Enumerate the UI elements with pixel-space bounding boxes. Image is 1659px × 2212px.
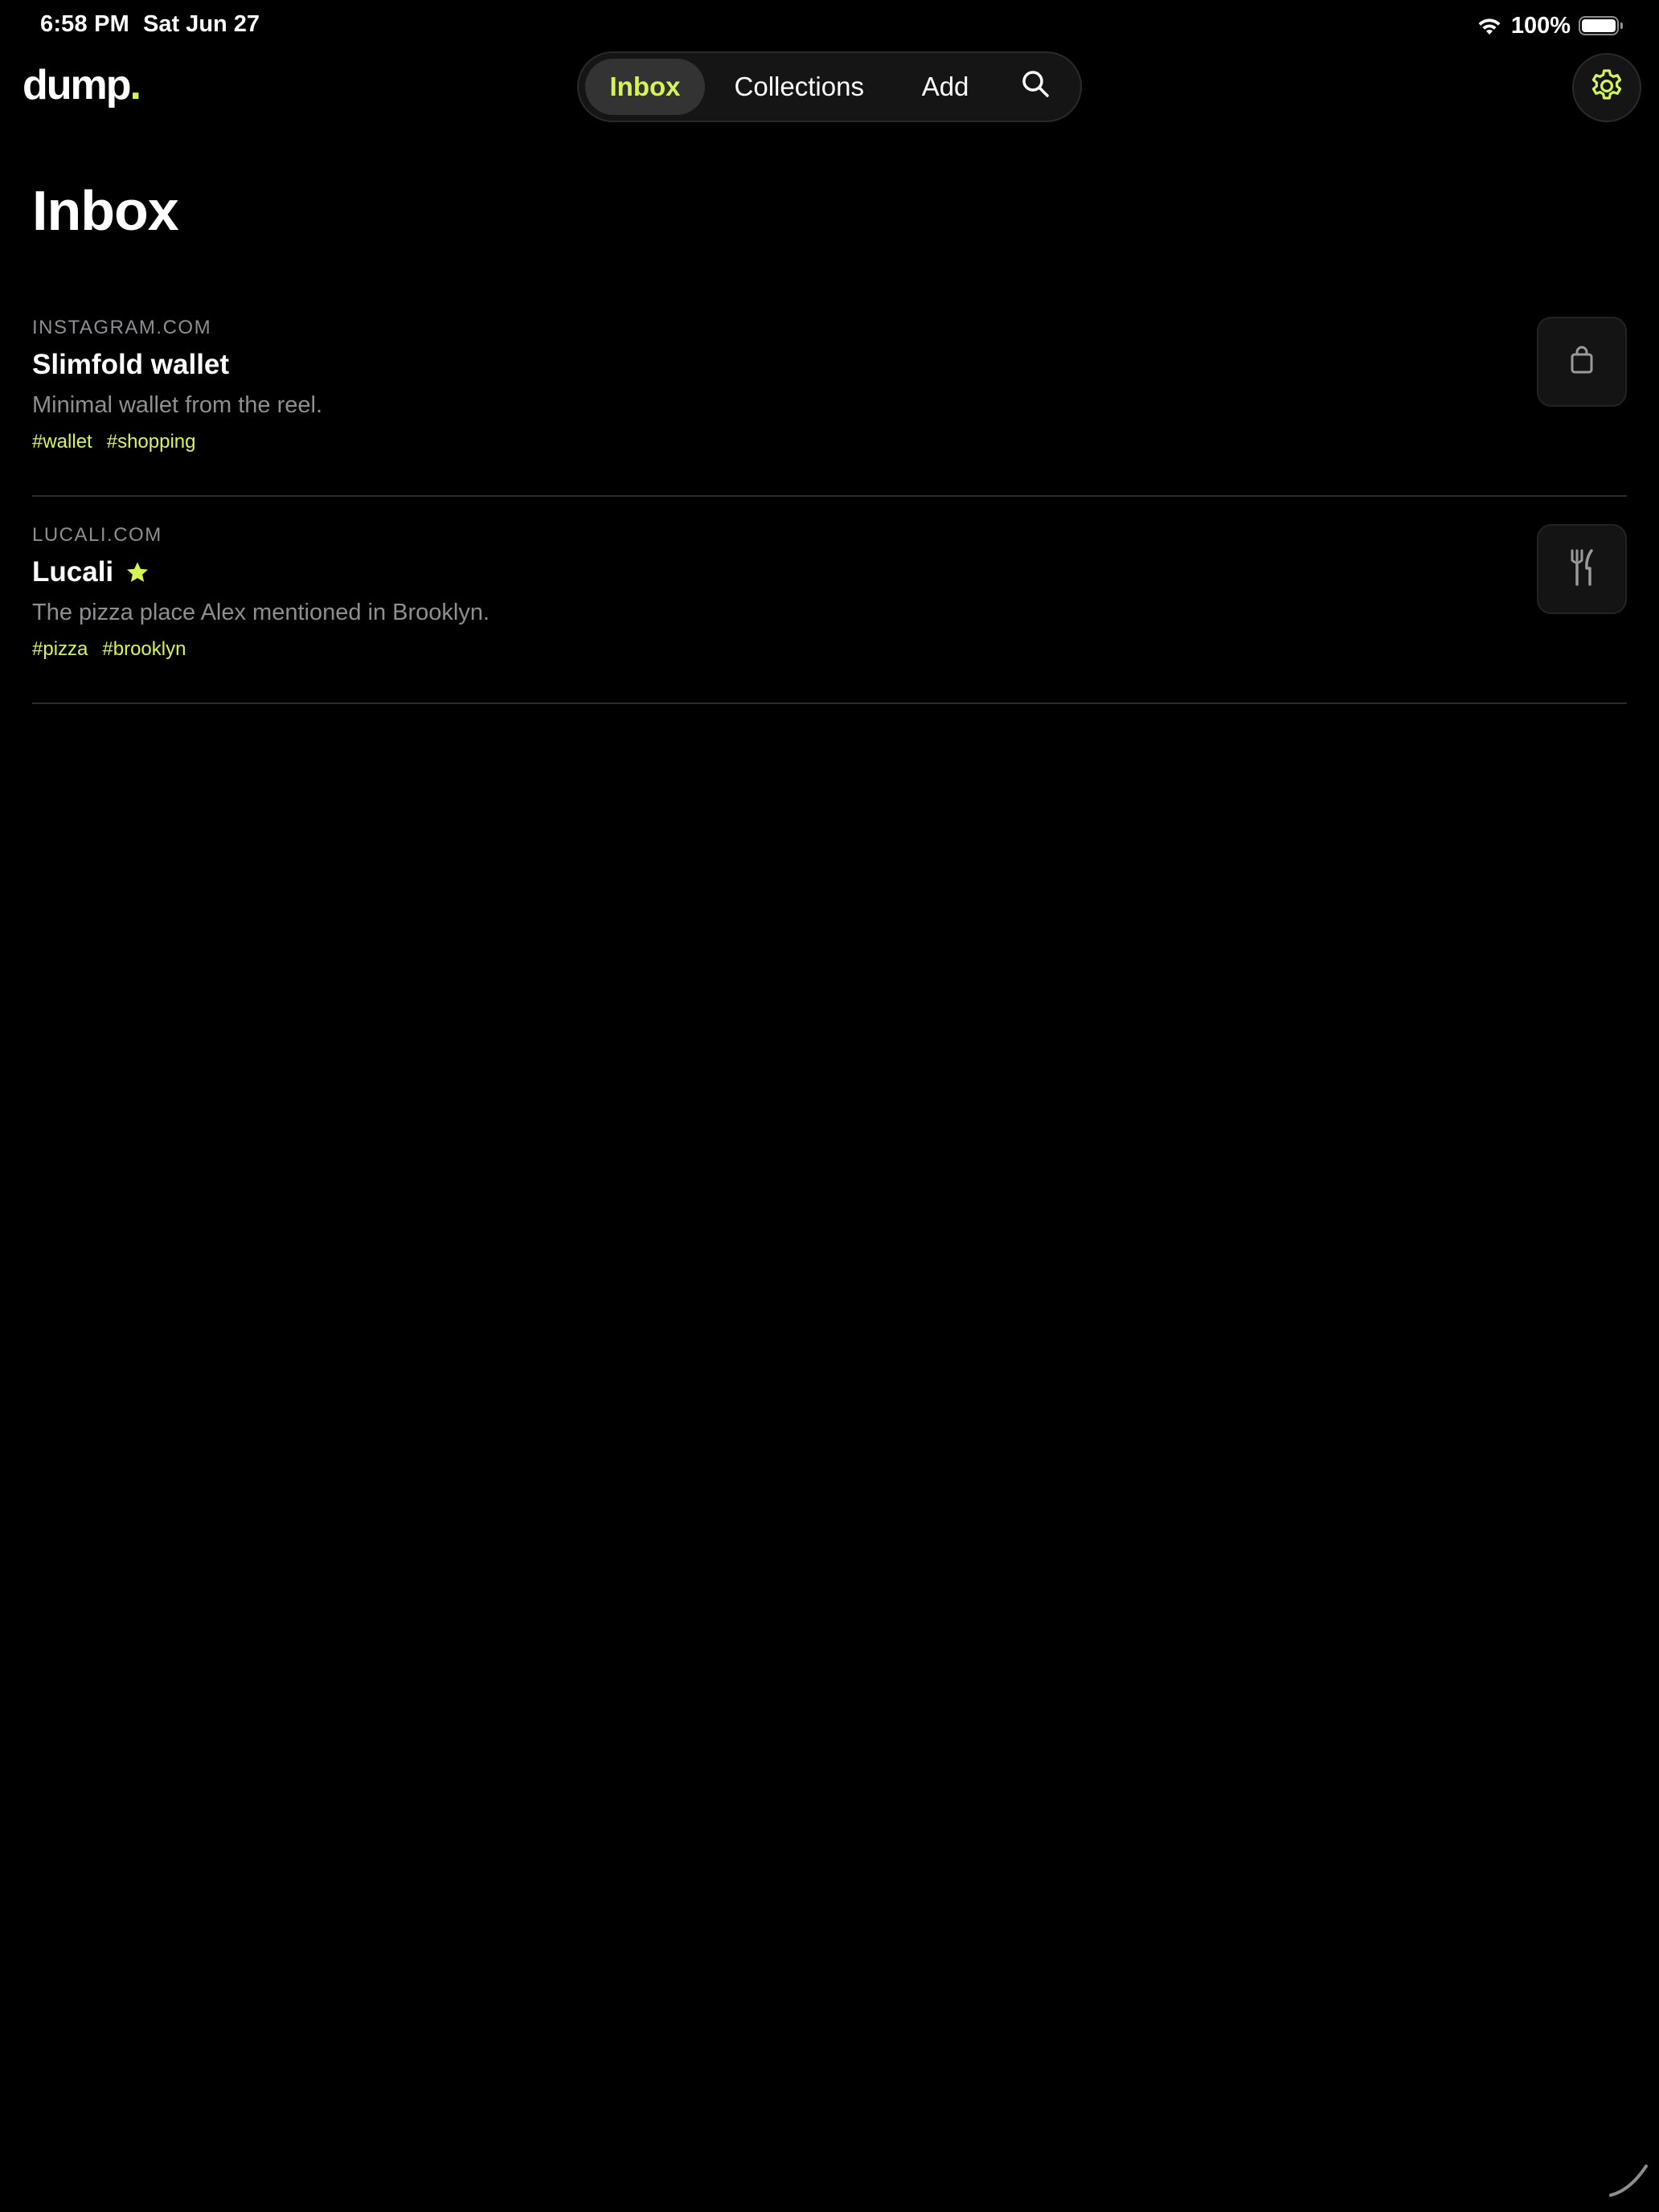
item-tags: #pizza #brooklyn (32, 638, 186, 661)
item-description: Minimal wallet from the reel. (32, 392, 322, 418)
battery-percentage: 100% (1510, 12, 1571, 39)
item-source: INSTAGRAM.COM (32, 317, 212, 338)
inbox-list: INSTAGRAM.COM Slimfold wallet Minimal wa… (32, 289, 1627, 704)
search-button[interactable] (997, 59, 1074, 115)
shopping-bag-icon (1566, 344, 1598, 380)
item-tags: #wallet #shopping (32, 431, 195, 453)
logo-dot: . (129, 62, 142, 109)
item-title-row: Lucali (32, 556, 150, 588)
status-indicators: 100% (1476, 11, 1623, 40)
status-date: Sat Jun 27 (143, 11, 260, 37)
search-icon (1020, 68, 1051, 105)
item-source: LUCALI.COM (32, 524, 162, 546)
status-time: 6:58 PM (40, 11, 129, 37)
tab-inbox[interactable]: Inbox (585, 59, 706, 115)
item-title-row: Slimfold wallet (32, 349, 229, 381)
item-title: Lucali (32, 556, 114, 588)
list-item[interactable]: INSTAGRAM.COM Slimfold wallet Minimal wa… (32, 289, 1627, 497)
page-title: Inbox (32, 179, 179, 242)
resize-handle (1606, 2155, 1651, 2204)
item-thumbnail (1537, 524, 1627, 614)
item-thumbnail (1537, 317, 1627, 407)
settings-button[interactable] (1572, 53, 1641, 122)
logo-text: dump (23, 62, 132, 109)
list-item[interactable]: LUCALI.COM Lucali The pizza place Alex m… (32, 497, 1627, 704)
wifi-icon (1476, 15, 1503, 36)
tab-collections[interactable]: Collections (705, 59, 893, 115)
item-title: Slimfold wallet (32, 349, 230, 380)
item-description: The pizza place Alex mentioned in Brookl… (32, 600, 490, 625)
tag[interactable]: #shopping (107, 431, 196, 453)
tag[interactable]: #pizza (32, 638, 88, 661)
tab-add[interactable]: Add (893, 59, 997, 115)
battery-icon (1579, 16, 1623, 35)
gear-icon (1587, 67, 1626, 109)
app-logo: dump. (23, 61, 142, 109)
status-bar: 6:58 PM Sat Jun 27 100% (0, 0, 1659, 51)
fork-knife-icon (1564, 547, 1600, 592)
main-nav: Inbox Collections Add (577, 51, 1082, 122)
tag[interactable]: #brooklyn (102, 638, 186, 661)
tag[interactable]: #wallet (32, 431, 92, 453)
star-icon (125, 559, 150, 585)
